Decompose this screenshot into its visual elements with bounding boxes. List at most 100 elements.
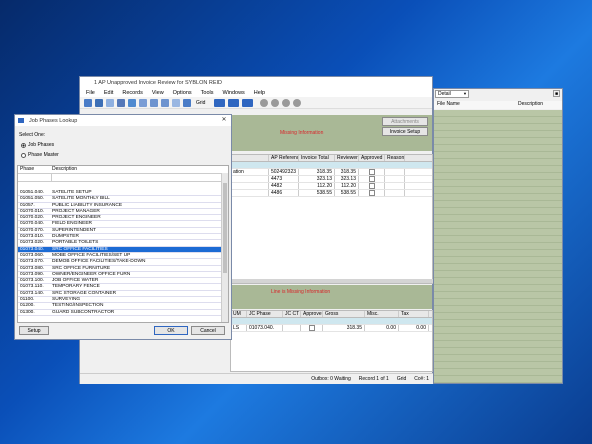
reason-cell[interactable] <box>385 169 405 175</box>
line-grid-blank-row[interactable] <box>231 318 432 325</box>
lookup-description: JOB OFFICE WATER <box>52 278 99 284</box>
invoice-col-3[interactable]: Approved <box>359 155 385 161</box>
new-icon[interactable] <box>106 98 114 107</box>
invoice-col-4[interactable]: Reason <box>385 155 405 161</box>
ok-button[interactable]: OK <box>154 326 188 335</box>
invoice-total: 538.55 <box>299 190 335 196</box>
menu-edit[interactable]: Edit <box>104 90 113 96</box>
lookup-row[interactable]: 01300. GUARD SUBCONTRACTOR <box>18 310 228 316</box>
undo-icon[interactable] <box>150 98 158 107</box>
lookup-filter-row[interactable] <box>18 174 228 182</box>
cancel-button[interactable]: Cancel <box>191 326 225 335</box>
jc-phase-cell[interactable]: 01073.040. <box>247 325 283 331</box>
lookup-description: DUMPSTER <box>52 234 79 240</box>
invoice-row[interactable]: 4482 112.20 112.20 <box>231 183 432 190</box>
invoice-col-0[interactable]: AP Reference <box>269 155 299 161</box>
tools-icon[interactable] <box>183 98 191 107</box>
line-grid-header: UM JC Phase JC CT Approve Gross Misc. Tax <box>231 311 432 318</box>
approved-cell[interactable] <box>359 183 385 189</box>
line-col-0[interactable]: UM <box>231 311 247 317</box>
line-col-6[interactable]: Tax <box>399 311 429 317</box>
filter-icon[interactable] <box>139 98 147 107</box>
menu-options[interactable]: Options <box>173 90 192 96</box>
invoice-row[interactable]: ation 502492323 318.35 318.35 <box>231 169 432 176</box>
detail-dropdown[interactable]: Detail ▼ <box>435 90 469 98</box>
lookup-scrollbar[interactable] <box>221 173 228 322</box>
attachments-button[interactable]: Attachments <box>382 117 428 126</box>
redo-icon[interactable] <box>161 98 169 107</box>
lookup-phase: 01073.020. <box>20 240 45 246</box>
phase-filter-input[interactable] <box>18 174 52 181</box>
select-one-label: Select One: <box>19 132 46 138</box>
invoice-setup-button[interactable]: Invoice Setup <box>382 127 428 136</box>
lookup-description: DEMOB OFFICE FACILITIES/TAKE-DOWN <box>52 259 146 265</box>
save-icon[interactable] <box>95 98 103 107</box>
reason-cell[interactable] <box>385 183 405 189</box>
line-col-1[interactable]: JC Phase <box>247 311 283 317</box>
form-view-icon[interactable] <box>214 98 226 107</box>
radio-unselected-icon <box>21 152 26 158</box>
open-icon[interactable] <box>84 98 92 107</box>
last-record-icon[interactable] <box>293 98 302 107</box>
ap-reference: 4482 <box>269 183 299 189</box>
line-col-2[interactable]: JC CT <box>283 311 301 317</box>
reason-cell[interactable] <box>385 176 405 182</box>
status-company: Co#: 1 <box>414 376 429 382</box>
grid-toggle[interactable]: Grid <box>196 100 205 106</box>
line-col-5[interactable]: Misc. <box>365 311 399 317</box>
phase-column[interactable]: Phase <box>18 166 52 173</box>
phase-master-radio[interactable]: Phase Master <box>21 152 59 158</box>
lookup-phase: 01051.040. <box>20 190 45 195</box>
lookup-phase: 01073.110. <box>20 284 44 290</box>
file-name-column[interactable]: File Name <box>434 101 518 109</box>
description-column[interactable]: Description <box>518 101 543 109</box>
prev-record-icon[interactable] <box>271 98 280 107</box>
menu-tools[interactable]: Tools <box>201 90 214 96</box>
close-icon[interactable]: ✕ <box>217 115 231 126</box>
approved-cell[interactable] <box>359 176 385 182</box>
lookup-phase: 01070.040. <box>20 221 45 227</box>
find-icon[interactable] <box>128 98 136 107</box>
menu-help[interactable]: Help <box>254 90 265 96</box>
menu-file[interactable]: File <box>86 90 95 96</box>
invoice-blank-row[interactable] <box>231 162 432 169</box>
line-col-3[interactable]: Approve <box>301 311 323 317</box>
misc-cell: 0.00 <box>365 325 399 331</box>
approved-checkbox[interactable] <box>368 183 375 189</box>
panel-close-icon[interactable]: ■ <box>553 90 560 97</box>
detail-panel: Detail ▼ ■ File Name Description <box>433 88 563 384</box>
line-col-4[interactable]: Gross <box>323 311 365 317</box>
list-view-icon[interactable] <box>228 98 240 107</box>
lookup-phase: 01073.070. <box>20 259 45 265</box>
invoice-row[interactable]: 4486 538.55 538.55 <box>231 190 432 197</box>
jc-ct-cell[interactable] <box>283 325 301 331</box>
delete-icon[interactable] <box>117 98 125 107</box>
menu-view[interactable]: View <box>152 90 164 96</box>
tile-view-icon[interactable] <box>242 98 254 107</box>
menu-windows[interactable]: Windows <box>222 90 244 96</box>
reason-cell[interactable] <box>385 190 405 196</box>
print-icon[interactable] <box>172 98 180 107</box>
invoice-col-2[interactable]: Reviewer Total <box>335 155 359 161</box>
invoice-row[interactable]: 4473 323.13 323.13 <box>231 176 432 183</box>
description-filter-input[interactable] <box>52 174 228 181</box>
line-grid-row[interactable]: LS 01073.040. 318.35 0.00 0.00 <box>231 325 432 332</box>
lookup-phase: 01073.090. <box>20 271 45 277</box>
approved-cell[interactable] <box>359 190 385 196</box>
invoice-col-1[interactable]: Invoice Total <box>299 155 335 161</box>
menu-records[interactable]: Records <box>122 90 142 96</box>
next-record-icon[interactable] <box>282 98 291 107</box>
scroll-thumb[interactable] <box>223 183 227 273</box>
first-record-icon[interactable] <box>260 98 269 107</box>
approved-checkbox[interactable] <box>368 190 375 196</box>
approve-cell[interactable] <box>301 325 323 331</box>
approve-checkbox[interactable] <box>308 325 315 331</box>
setup-button[interactable]: Setup <box>19 326 49 335</box>
status-grid: Grid <box>396 376 407 382</box>
job-phases-radio[interactable]: Job Phases <box>21 142 54 148</box>
approved-checkbox[interactable] <box>368 169 375 175</box>
approved-cell[interactable] <box>359 169 385 175</box>
invoice-grid: AP ReferenceInvoice TotalReviewer TotalA… <box>230 154 433 284</box>
approved-checkbox[interactable] <box>368 176 375 182</box>
lookup-description-column[interactable]: Description <box>52 166 77 173</box>
